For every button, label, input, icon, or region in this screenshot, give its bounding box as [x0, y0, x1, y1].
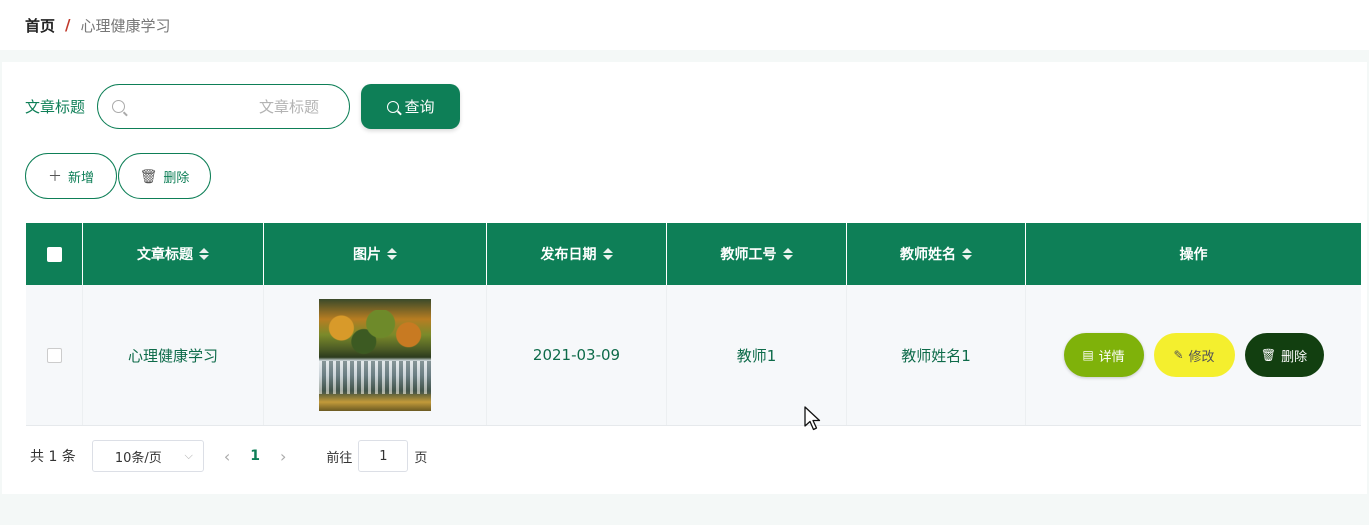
document-icon: ▤ [1082, 348, 1094, 362]
action-row: ＋ 新增 🗑 删除 [25, 153, 211, 199]
row-delete-button[interactable]: 🗑 删除 [1244, 333, 1324, 377]
cell-teacher-name: 教师姓名1 [847, 285, 1026, 425]
search-input[interactable] [125, 85, 340, 128]
mouse-cursor-icon [804, 406, 821, 431]
prev-page-icon[interactable]: ‹ [224, 447, 230, 466]
column-header-teacher-id[interactable]: 教师工号 [667, 223, 847, 285]
search-row: 文章标题 查询 [25, 84, 461, 129]
chevron-down-icon: ⌵ [184, 449, 193, 462]
sort-icon[interactable] [199, 248, 209, 260]
add-button-label: 新增 [67, 169, 94, 185]
sort-icon[interactable] [602, 248, 613, 260]
delete-button[interactable]: 🗑 删除 [118, 153, 211, 199]
search-box[interactable] [97, 84, 351, 129]
table-row: 心理健康学习 2021-03-09 教师1 教师姓名1 ▤ 详情 ✎ 修改 🗑 … [26, 285, 1361, 426]
main-panel: 文章标题 查询 ＋ 新增 🗑 删除 文章标题 [2, 62, 1367, 494]
trash-icon: 🗑 [139, 167, 158, 184]
column-header-title[interactable]: 文章标题 [83, 223, 264, 285]
breadcrumb: 首页 / 心理健康学习 [0, 0, 1369, 50]
cell-date: 2021-03-09 [487, 285, 667, 425]
breadcrumb-separator: / [65, 16, 71, 34]
table-header: 文章标题 图片 发布日期 教师工号 教师姓名 操作 [26, 223, 1361, 285]
waterfall-photo[interactable] [319, 299, 431, 411]
cell-image [264, 285, 487, 425]
plus-icon: ＋ [47, 168, 62, 184]
detail-button[interactable]: ▤ 详情 [1063, 333, 1144, 377]
next-page-icon[interactable]: › [280, 447, 286, 466]
page-number-current[interactable]: 1 [250, 448, 260, 464]
column-header-operations: 操作 [1179, 247, 1208, 263]
data-table: 文章标题 图片 发布日期 教师工号 教师姓名 操作 心理健康学习 2021-03… [26, 223, 1361, 426]
add-button[interactable]: ＋ 新增 [25, 153, 117, 199]
row-checkbox[interactable] [46, 347, 62, 363]
goto-page-input[interactable] [358, 440, 409, 472]
cell-title: 心理健康学习 [83, 285, 264, 425]
breadcrumb-home[interactable]: 首页 [25, 15, 55, 36]
row-select-cell [26, 285, 83, 425]
edit-button[interactable]: ✎ 修改 [1153, 333, 1235, 377]
query-button-label: 查询 [404, 99, 435, 116]
pagination: 共 1 条 10条/页 ⌵ ‹ 1 › 前往 页 [30, 440, 427, 472]
pencil-icon: ✎ [1173, 348, 1184, 362]
trash-icon: 🗑 [1260, 348, 1277, 362]
goto-unit: 页 [414, 450, 428, 466]
page-size-select[interactable]: 10条/页 ⌵ [91, 440, 204, 472]
query-button[interactable]: 查询 [361, 84, 461, 129]
sort-icon[interactable] [387, 248, 397, 260]
column-header-image[interactable]: 图片 [264, 223, 487, 285]
select-all-checkbox[interactable] [46, 246, 62, 262]
header-select-all-cell [26, 223, 83, 285]
delete-button-label: 删除 [163, 169, 190, 185]
search-label: 文章标题 [25, 98, 86, 116]
goto-label: 前往 [326, 450, 353, 466]
search-icon [112, 100, 126, 113]
cell-operations: ▤ 详情 ✎ 修改 🗑 删除 [1026, 285, 1361, 425]
sort-icon[interactable] [782, 248, 793, 260]
sort-icon[interactable] [962, 248, 972, 260]
total-count: 共 1 条 [30, 449, 76, 465]
cell-teacher-id: 教师1 [667, 285, 847, 425]
column-header-date[interactable]: 发布日期 [487, 223, 667, 285]
breadcrumb-current: 心理健康学习 [80, 16, 171, 35]
column-header-teacher-name[interactable]: 教师姓名 [847, 223, 1026, 285]
search-icon [386, 100, 399, 113]
